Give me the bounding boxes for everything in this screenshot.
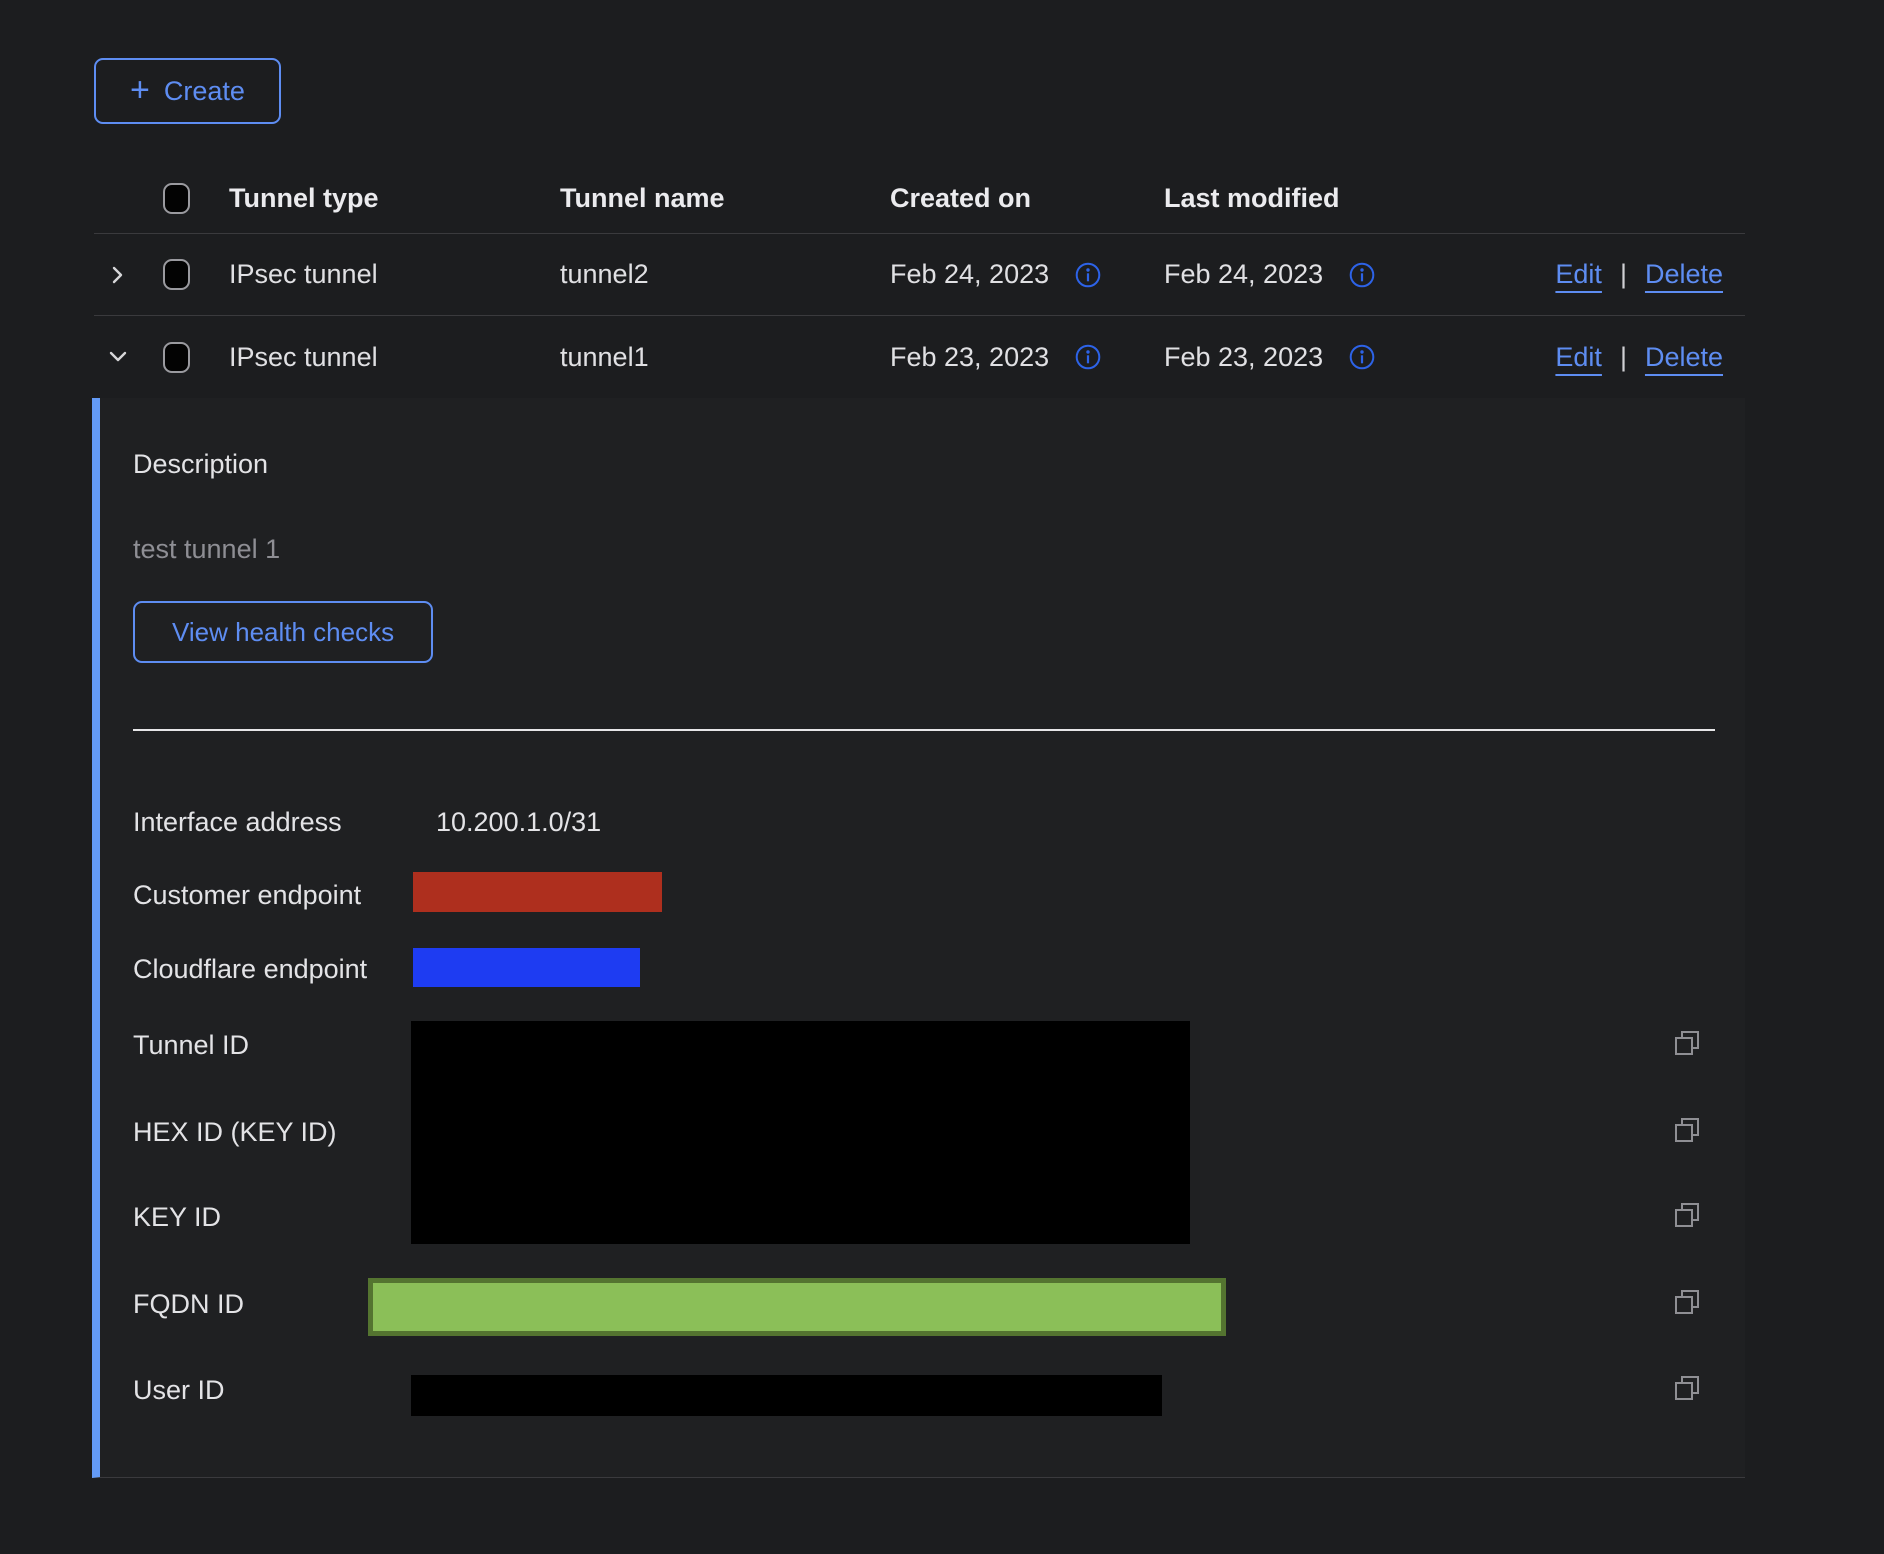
ids-redacted-block bbox=[411, 1021, 1190, 1244]
delete-link[interactable]: Delete bbox=[1645, 342, 1723, 373]
view-health-checks-button[interactable]: View health checks bbox=[133, 601, 433, 663]
tunnel-id-label: Tunnel ID bbox=[133, 1029, 249, 1061]
table-row: IPsec tunnel tunnel1 Feb 23, 2023 Feb 23… bbox=[94, 316, 1745, 398]
hex-id-label: HEX ID (KEY ID) bbox=[133, 1116, 337, 1148]
chevron-right-icon[interactable] bbox=[106, 263, 130, 287]
select-row-checkbox[interactable] bbox=[163, 342, 190, 373]
tunnels-table: Tunnel type Tunnel name Created on Last … bbox=[94, 164, 1745, 1478]
description-label: Description bbox=[133, 448, 268, 480]
customer-endpoint-label: Customer endpoint bbox=[133, 879, 361, 911]
copy-icon[interactable] bbox=[1672, 1373, 1702, 1403]
edit-link[interactable]: Edit bbox=[1555, 259, 1602, 290]
last-modified-cell: Feb 24, 2023 bbox=[1164, 259, 1323, 290]
tunnels-page: + Create Tunnel type Tunnel name Created… bbox=[0, 0, 1884, 1478]
tunnel-name-cell: tunnel2 bbox=[560, 259, 890, 290]
chevron-down-icon[interactable] bbox=[106, 345, 130, 369]
copy-icon[interactable] bbox=[1672, 1028, 1702, 1058]
tunnel-type-cell: IPsec tunnel bbox=[229, 342, 560, 373]
fqdn-id-label: FQDN ID bbox=[133, 1288, 244, 1320]
table-row: IPsec tunnel tunnel2 Feb 24, 2023 Feb 24… bbox=[94, 234, 1745, 316]
tunnel-detail-panel: Description test tunnel 1 View health ch… bbox=[92, 398, 1745, 1478]
last-modified-cell: Feb 23, 2023 bbox=[1164, 342, 1323, 373]
interface-address-label: Interface address bbox=[133, 806, 342, 838]
key-id-label: KEY ID bbox=[133, 1201, 221, 1233]
info-icon[interactable] bbox=[1075, 262, 1101, 288]
info-icon[interactable] bbox=[1349, 262, 1375, 288]
table-header-row: Tunnel type Tunnel name Created on Last … bbox=[94, 164, 1745, 234]
section-divider bbox=[133, 729, 1715, 731]
create-button[interactable]: + Create bbox=[94, 58, 281, 124]
info-icon[interactable] bbox=[1349, 344, 1375, 370]
header-tunnel-name: Tunnel name bbox=[560, 183, 890, 214]
copy-icon[interactable] bbox=[1672, 1115, 1702, 1145]
action-separator: | bbox=[1620, 342, 1627, 373]
select-row-checkbox[interactable] bbox=[163, 259, 190, 290]
action-separator: | bbox=[1620, 259, 1627, 290]
user-id-redacted-value bbox=[411, 1375, 1162, 1416]
description-value: test tunnel 1 bbox=[133, 533, 280, 565]
copy-icon[interactable] bbox=[1672, 1200, 1702, 1230]
copy-icon[interactable] bbox=[1672, 1287, 1702, 1317]
cloudflare-endpoint-label: Cloudflare endpoint bbox=[133, 953, 367, 985]
select-all-checkbox[interactable] bbox=[163, 183, 190, 214]
delete-link[interactable]: Delete bbox=[1645, 259, 1723, 290]
cloudflare-endpoint-redacted-value bbox=[413, 948, 640, 987]
header-last-modified: Last modified bbox=[1164, 183, 1450, 214]
header-tunnel-type: Tunnel type bbox=[229, 183, 560, 214]
tunnel-type-cell: IPsec tunnel bbox=[229, 259, 560, 290]
edit-link[interactable]: Edit bbox=[1555, 342, 1602, 373]
tunnel-name-cell: tunnel1 bbox=[560, 342, 890, 373]
user-id-label: User ID bbox=[133, 1374, 225, 1406]
info-icon[interactable] bbox=[1075, 344, 1101, 370]
created-on-cell: Feb 23, 2023 bbox=[890, 342, 1049, 373]
customer-endpoint-redacted-value bbox=[413, 872, 662, 912]
plus-icon: + bbox=[130, 73, 150, 107]
create-button-label: Create bbox=[164, 76, 245, 107]
created-on-cell: Feb 24, 2023 bbox=[890, 259, 1049, 290]
fqdn-id-redacted-value bbox=[368, 1278, 1226, 1336]
header-created-on: Created on bbox=[890, 183, 1164, 214]
interface-address-value: 10.200.1.0/31 bbox=[436, 806, 601, 838]
